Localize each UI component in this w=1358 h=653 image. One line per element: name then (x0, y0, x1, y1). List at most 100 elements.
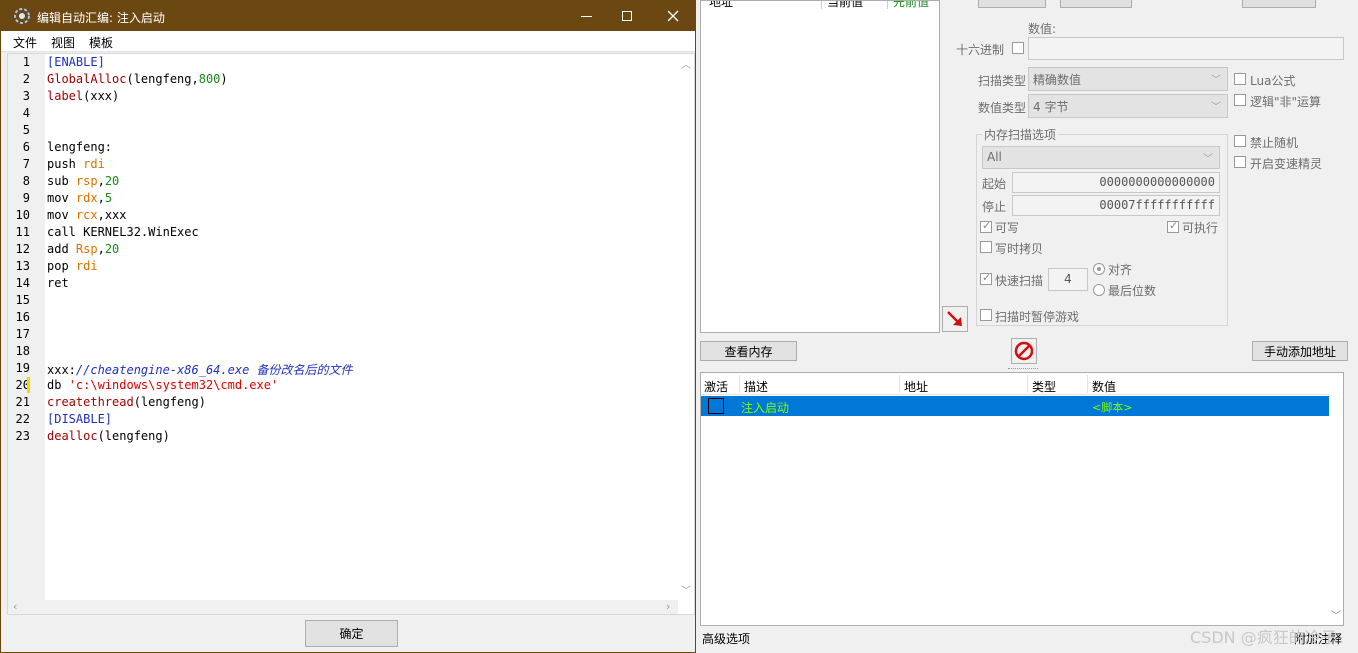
editor-hscrollbar[interactable]: ‹ › (8, 600, 678, 614)
code-line: createthread(lengfeng) (47, 395, 206, 409)
align-label: 对齐 (1108, 263, 1133, 277)
code-token: pop (47, 259, 76, 273)
fast-scan-label: 快速扫描 (995, 274, 1044, 288)
table-row[interactable]: 注入启动 <脚本> (701, 396, 1331, 416)
no-random-checkbox[interactable] (1234, 135, 1246, 147)
no-random-label: 禁止随机 (1250, 136, 1299, 150)
no-entry-icon (1014, 341, 1034, 361)
code-line: xxx://cheatengine-x86_64.exe 备份改名后的文件 (47, 361, 353, 378)
scroll-down-icon[interactable]: ﹀ (1331, 607, 1341, 622)
last-digits-radio[interactable] (1093, 284, 1105, 296)
menu-template[interactable]: 模板 (89, 34, 113, 51)
copy-on-write-label: 写时拷贝 (995, 242, 1044, 256)
col-address-header[interactable]: 地址 (709, 1, 733, 10)
scroll-up-icon[interactable]: ︿ (681, 56, 691, 71)
minimize-button[interactable] (567, 1, 607, 31)
add-address-manually-button[interactable]: 手动添加地址 (1252, 341, 1348, 361)
col-current-value-header[interactable]: 当前值 (827, 1, 863, 10)
col-value-header[interactable]: 数值 (1092, 378, 1116, 395)
line-number: 5 (22, 123, 30, 137)
line-number: 14 (15, 276, 30, 290)
writable-checkbox[interactable] (980, 219, 992, 233)
copy-on-write-checkbox[interactable] (980, 241, 992, 253)
code-token: 20 (104, 174, 120, 188)
align-radio[interactable] (1093, 263, 1105, 275)
executable-checkbox[interactable] (1167, 219, 1179, 233)
scan-type-select[interactable]: 精确数值 ﹀ (1028, 67, 1228, 91)
activate-checkbox[interactable] (708, 398, 724, 414)
logical-not-checkbox[interactable] (1234, 94, 1246, 106)
menu-view[interactable]: 视图 (51, 34, 75, 51)
add-to-list-button[interactable] (942, 306, 968, 332)
speedhack-checkbox[interactable] (1234, 156, 1246, 168)
first-scan-button[interactable] (978, 0, 1046, 8)
menu-file[interactable]: 文件 (13, 34, 37, 51)
table-vscrollbar[interactable]: ﹀ (1329, 373, 1343, 625)
menu-bar: 文件 视图 模板 (1, 31, 695, 52)
lua-formula-checkbox[interactable] (1234, 73, 1246, 85)
executable-label: 可执行 (1182, 221, 1219, 235)
view-memory-button[interactable]: 查看内存 (700, 341, 797, 361)
code-token: mov (47, 191, 76, 205)
col-description-header[interactable]: 描述 (744, 378, 768, 395)
memory-region-select[interactable]: All ﹀ (982, 146, 1220, 169)
stop-address-input[interactable]: 00007fffffffffff (1012, 195, 1220, 216)
code-line: sub rsp,20 (47, 174, 119, 188)
line-number: 22 (15, 412, 30, 426)
code-token: 20 (104, 242, 120, 256)
scroll-down-icon[interactable]: ﹀ (681, 582, 691, 597)
chevron-down-icon: ﹀ (1211, 75, 1221, 86)
value-label: 数值: (1028, 22, 1057, 36)
undo-scan-button[interactable] (1242, 0, 1316, 8)
pause-game-checkbox[interactable] (980, 309, 992, 321)
header-divider (739, 375, 740, 393)
close-icon (667, 10, 679, 22)
fast-scan-checkbox[interactable] (980, 271, 992, 285)
splitter-handle[interactable] (1008, 368, 1038, 370)
code-token: db (47, 378, 69, 392)
confirm-button[interactable]: 确定 (305, 620, 398, 647)
code-token: dealloc (47, 429, 98, 443)
hex-checkbox[interactable] (1012, 42, 1024, 54)
editor-vscrollbar[interactable]: ︿ ﹀ (678, 54, 694, 600)
advanced-options-link[interactable]: 高级选项 (702, 630, 750, 647)
code-line: mov rcx,xxx (47, 208, 127, 222)
code-token: GlobalAlloc (47, 72, 127, 86)
code-editor[interactable]: 1 2 3 4 5 6 7 8 9 10 11 12 13 14 15 16 17 18 19 20 21 22 23 [E… (7, 53, 695, 615)
title-bar[interactable]: 编辑自动汇编: 注入启动 (1, 1, 695, 31)
code-token: ) (220, 72, 228, 86)
line-number: 1 (22, 55, 30, 69)
code-token: rdi (75, 259, 98, 273)
code-line: call KERNEL32.WinExec (47, 225, 199, 239)
code-token: xxx: (47, 363, 76, 377)
col-address-header[interactable]: 地址 (904, 378, 928, 395)
col-type-header[interactable]: 类型 (1032, 378, 1056, 395)
found-address-list[interactable]: 地址 当前值 先前值 (700, 0, 940, 333)
line-number: 10 (15, 208, 30, 222)
maximize-button[interactable] (607, 1, 647, 31)
line-number: 2 (22, 72, 30, 86)
col-previous-value-header[interactable]: 先前值 (893, 1, 929, 10)
col-active-header[interactable]: 激活 (704, 378, 728, 395)
scroll-left-icon[interactable]: ‹ (13, 600, 17, 613)
scroll-right-icon[interactable]: › (666, 600, 670, 613)
line-number: 16 (15, 310, 30, 324)
next-scan-button[interactable] (1060, 0, 1132, 8)
fast-scan-input[interactable]: 4 (1048, 268, 1088, 291)
close-button[interactable] (651, 1, 695, 31)
pause-game-label: 扫描时暂停游戏 (995, 310, 1080, 324)
code-line: add Rsp,20 (47, 242, 119, 256)
header-divider (1087, 375, 1088, 393)
code-token: 5 (104, 191, 113, 205)
minimize-icon (581, 16, 592, 17)
cheat-table-header: 激活 描述 地址 类型 数值 (701, 373, 1343, 395)
line-number: 13 (15, 259, 30, 273)
red-arrow-icon (947, 311, 962, 326)
start-address-input[interactable]: 0000000000000000 (1012, 172, 1220, 193)
value-input[interactable] (1028, 37, 1344, 60)
value-type-select[interactable]: 4 字节 ﹀ (1028, 94, 1228, 118)
line-number: 11 (15, 225, 30, 239)
header-divider (821, 1, 822, 9)
stop-button[interactable] (1011, 338, 1037, 364)
line-number: 21 (15, 395, 30, 409)
